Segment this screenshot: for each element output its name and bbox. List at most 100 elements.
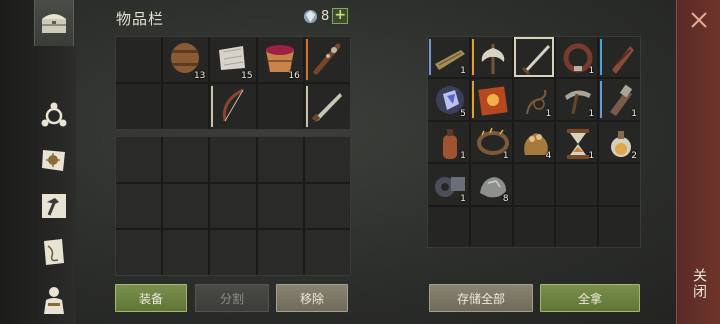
inventory-slot-empty[interactable]: [257, 84, 303, 129]
sidebar-item-skills[interactable]: [34, 140, 74, 180]
inventory-slot-empty[interactable]: [304, 183, 350, 229]
inventory-slot-empty[interactable]: [116, 137, 162, 182]
close-label: 关闭: [691, 268, 707, 300]
add-gems-button[interactable]: +: [332, 8, 349, 24]
network-icon: [41, 102, 67, 127]
item-quantity: 1: [460, 151, 466, 162]
inventory-grid: 13 15 16: [115, 36, 351, 130]
sidebar-item-map[interactable]: [34, 232, 74, 272]
item-quantity: 1: [460, 193, 466, 204]
inventory-slot-empty[interactable]: [304, 137, 350, 182]
item-slot-sword[interactable]: [513, 37, 555, 78]
inventory-slot-empty[interactable]: [210, 137, 256, 182]
map-scroll-icon: [44, 239, 64, 265]
chest-icon: [42, 14, 66, 33]
sidebar-item-network[interactable]: [34, 96, 74, 136]
item-slot-machete[interactable]: [304, 84, 350, 129]
item-slot-rope-whip[interactable]: 1: [513, 79, 555, 120]
bow-icon: [223, 88, 245, 122]
battle-axe-icon: [481, 44, 505, 74]
take-all-button[interactable]: 全拿: [540, 284, 640, 312]
item-slot-backpack-strap[interactable]: [599, 37, 640, 78]
inventory-slot-empty[interactable]: [599, 164, 640, 205]
item-slot-stone-ore[interactable]: 8: [470, 164, 512, 205]
remove-button[interactable]: 移除: [276, 284, 348, 312]
inventory-slot-empty[interactable]: [556, 206, 598, 247]
item-slot-red-book[interactable]: [470, 79, 512, 120]
inventory-slot-empty[interactable]: [163, 84, 209, 129]
inventory-slot-empty[interactable]: [257, 183, 303, 229]
inventory-slot-empty[interactable]: [428, 206, 469, 247]
close-icon[interactable]: [689, 10, 709, 30]
inventory-slot-empty[interactable]: [116, 84, 162, 129]
inventory-slot-empty[interactable]: [304, 230, 350, 275]
item-slot-bow[interactable]: [210, 84, 256, 129]
inventory-slot-empty[interactable]: [470, 206, 512, 247]
item-quantity: 2: [631, 151, 637, 162]
item-slot-thorn-crown[interactable]: 1: [470, 121, 512, 163]
store-all-button[interactable]: 存储全部: [429, 284, 533, 312]
gem-icon: [303, 9, 318, 23]
storage-grid: 1 1 5 1 1 1 1 1 4 1 2 1 8: [427, 36, 641, 248]
item-slot-barrel[interactable]: 13: [163, 37, 209, 82]
item-quantity: 16: [288, 71, 300, 81]
item-quantity: 1: [502, 151, 509, 162]
gem-count: 8: [321, 8, 330, 24]
item-quantity: 8: [502, 193, 509, 204]
item-slot-leather-flask[interactable]: 1: [428, 121, 469, 163]
item-slot-crossbow-part[interactable]: 1: [599, 79, 640, 120]
inventory-slot-empty[interactable]: [513, 164, 555, 205]
sidebar: [0, 0, 76, 324]
red-book-icon: [478, 86, 508, 117]
equip-button[interactable]: 装备: [115, 284, 187, 312]
inventory-slot-empty[interactable]: [556, 164, 598, 205]
sidebar-item-inventory[interactable]: [34, 0, 74, 46]
sidebar-item-character[interactable]: [34, 280, 74, 320]
item-slot-pickaxe-head[interactable]: 1: [556, 79, 598, 120]
item-slot-grain-sack[interactable]: 4: [513, 121, 555, 163]
page-title: 物品栏: [116, 10, 165, 28]
item-slot-potion[interactable]: 2: [599, 121, 640, 163]
item-quantity: 1: [545, 108, 552, 119]
machete-icon: [311, 93, 342, 123]
item-quantity: 13: [193, 71, 206, 81]
inventory-slot-empty[interactable]: [116, 183, 162, 229]
item-quantity: 1: [460, 66, 466, 77]
gem-counter: 8 +: [303, 8, 349, 24]
item-slot-hourglass[interactable]: 1: [556, 121, 598, 163]
item-slot-battle-axe[interactable]: [470, 37, 512, 78]
inventory-slot-empty[interactable]: [163, 183, 209, 229]
sword-icon: [521, 44, 550, 76]
inventory-slot-empty[interactable]: [257, 230, 303, 275]
backpack-strap-icon: [612, 46, 635, 74]
inventory-slot-empty[interactable]: [513, 206, 555, 247]
item-slot-leather-collar[interactable]: 1: [556, 37, 598, 78]
inventory-slot-empty[interactable]: [116, 37, 162, 82]
item-slot-metal-cog[interactable]: 1: [428, 164, 469, 205]
split-button[interactable]: 分割: [195, 284, 269, 312]
inventory-slot-empty[interactable]: [210, 230, 256, 275]
item-quantity: 1: [588, 151, 595, 162]
item-quantity: 1: [588, 66, 595, 77]
item-quantity: 1: [631, 108, 637, 119]
item-slot-cloth-roll[interactable]: 15: [210, 37, 256, 82]
inventory-slot-empty[interactable]: [116, 230, 162, 275]
skill-book-icon: [42, 150, 65, 171]
inventory-slot-empty[interactable]: [163, 137, 209, 182]
item-quantity: 1: [588, 108, 595, 119]
character-icon: [44, 287, 64, 314]
inventory-slot-empty[interactable]: [210, 183, 256, 229]
game-screen: 物品栏 8 + 13 15 16 1151111141218 装备 分割 移除 存储…: [0, 0, 720, 324]
item-slot-berry-bucket[interactable]: 16: [257, 37, 303, 82]
item-slot-crystal-ore[interactable]: 5: [428, 79, 469, 120]
close-panel[interactable]: 关闭: [676, 0, 720, 324]
item-quantity: 15: [241, 71, 253, 81]
inventory-slot-empty[interactable]: [163, 230, 209, 275]
item-slot-wooden-plank[interactable]: 1: [428, 37, 469, 78]
hammer-icon: [42, 194, 66, 218]
item-slot-spiked-club[interactable]: [304, 37, 350, 82]
inventory-slot-empty[interactable]: [257, 137, 303, 182]
sidebar-item-crafting[interactable]: [34, 186, 74, 226]
item-quantity: 5: [460, 108, 466, 119]
inventory-slot-empty[interactable]: [599, 206, 640, 247]
